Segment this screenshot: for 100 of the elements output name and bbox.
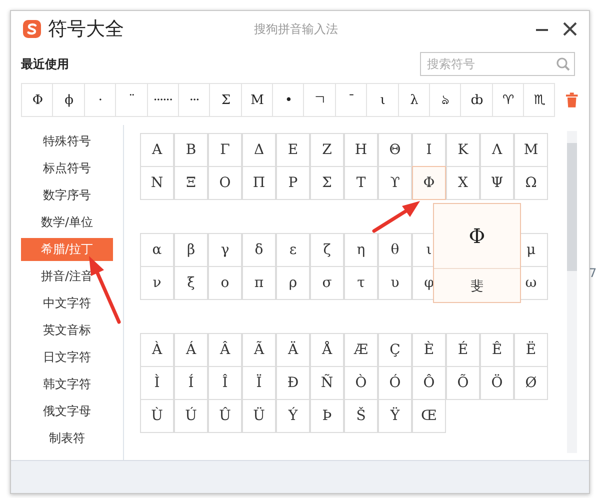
symbol-cell[interactable]: δ [242,233,276,267]
symbol-cell[interactable]: Χ [446,166,480,200]
symbol-cell[interactable]: θ [378,233,412,267]
symbol-cell[interactable]: Ñ [310,366,344,400]
recent-symbol[interactable]: ㄱ [303,83,336,117]
recent-symbol[interactable]: ঌ [428,83,462,117]
symbol-cell[interactable]: Ã [242,333,276,367]
symbol-cell[interactable]: Ο [208,166,242,200]
symbol-cell[interactable]: ξ [174,266,208,300]
symbol-cell[interactable]: Σ [310,166,344,200]
symbol-cell[interactable]: Ä [276,333,310,367]
symbol-cell[interactable]: Î [208,366,242,400]
symbol-cell[interactable]: É [446,333,480,367]
symbol-cell[interactable]: Ê [480,333,514,367]
symbol-cell[interactable]: Θ [378,133,412,167]
symbol-cell[interactable]: Β [174,133,208,167]
symbol-cell[interactable]: Á [174,333,208,367]
symbol-cell[interactable]: Ι [412,133,446,167]
symbol-cell[interactable]: Α [140,133,174,167]
symbol-cell[interactable]: Ø [514,366,548,400]
symbol-cell[interactable]: Ò [344,366,378,400]
symbol-cell[interactable]: Æ [344,333,378,367]
symbol-cell[interactable]: Κ [446,133,480,167]
symbol-cell[interactable]: Ψ [480,166,514,200]
recent-symbol[interactable]: ♏ [523,83,556,117]
symbol-cell[interactable]: Í [174,366,208,400]
symbol-cell[interactable]: Þ [310,399,344,433]
symbol-cell[interactable]: Γ [208,133,242,167]
search-field[interactable]: 搜索符号 [420,52,575,76]
symbol-cell[interactable]: Ç [378,333,412,367]
symbol-cell[interactable]: Œ [412,399,446,433]
recent-symbol[interactable]: Φ [21,83,54,117]
symbol-cell[interactable]: Š [344,399,378,433]
symbol-cell[interactable]: ε [276,233,310,267]
symbol-cell[interactable]: Õ [446,366,480,400]
sidebar-item[interactable]: 数学/单位 [21,211,113,234]
symbol-cell[interactable]: À [140,333,174,367]
symbol-cell[interactable]: σ [310,266,344,300]
symbol-cell[interactable]: È [412,333,446,367]
sidebar-item[interactable]: 标点符号 [21,157,113,180]
recent-symbol[interactable]: • [272,83,304,117]
recent-symbol[interactable]: ȸ [460,83,493,117]
scrollbar[interactable] [567,131,577,453]
symbol-cell[interactable]: Ý [276,399,310,433]
symbol-cell[interactable]: Ÿ [378,399,412,433]
recent-symbol[interactable]: ¯ [334,83,368,117]
symbol-cell[interactable]: Η [344,133,378,167]
symbol-cell[interactable]: Ö [480,366,514,400]
symbol-cell[interactable]: Ζ [310,133,344,167]
symbol-cell[interactable]: Ô [412,366,446,400]
symbol-cell[interactable]: Ν [140,166,174,200]
symbol-cell[interactable]: Â [208,333,242,367]
symbol-cell[interactable]: Ë [514,333,548,367]
symbol-cell[interactable]: ο [208,266,242,300]
symbol-cell[interactable]: ν [140,266,174,300]
symbol-cell[interactable]: Ó [378,366,412,400]
symbol-cell[interactable]: Μ [514,133,548,167]
recent-symbol[interactable]: ······ [146,83,179,117]
recent-symbol[interactable]: ♈ [492,83,524,117]
symbol-cell[interactable]: Å [310,333,344,367]
recent-symbol[interactable]: ¨ [115,83,148,117]
sidebar-item[interactable]: 俄文字母 [21,400,113,423]
sidebar-item[interactable]: 中文字符 [21,292,113,315]
sidebar-item[interactable]: 韩文字符 [21,373,113,396]
sidebar-item[interactable]: 英文音标 [21,319,113,342]
recent-symbol[interactable]: · [84,83,116,117]
sidebar-item[interactable]: 日文字符 [21,346,113,369]
symbol-cell[interactable]: ζ [310,233,344,267]
symbol-cell[interactable]: Τ [344,166,378,200]
symbol-cell[interactable]: Φ [412,166,446,200]
sidebar-item[interactable]: 特殊符号 [21,130,113,153]
symbol-cell[interactable]: ρ [276,266,310,300]
symbol-cell[interactable]: Ï [242,366,276,400]
symbol-cell[interactable]: Ì [140,366,174,400]
symbol-cell[interactable]: Ð [276,366,310,400]
recent-symbol[interactable]: Μ [240,83,273,117]
symbol-cell[interactable]: Û [208,399,242,433]
symbol-cell[interactable]: Λ [480,133,514,167]
sidebar-item[interactable]: 数字序号 [21,184,113,207]
scrollbar-thumb[interactable] [567,143,577,271]
symbol-cell[interactable]: β [174,233,208,267]
symbol-cell[interactable]: α [140,233,174,267]
symbol-cell[interactable]: π [242,266,276,300]
symbol-cell[interactable]: ϒ [378,166,412,200]
symbol-cell[interactable]: Ú [174,399,208,433]
symbol-cell[interactable]: Ω [514,166,548,200]
recent-symbol[interactable]: Σ [209,83,242,117]
sidebar-item[interactable]: 制表符 [21,427,113,450]
recent-symbol[interactable]: ϕ [52,83,85,117]
search-icon[interactable] [556,57,570,71]
recent-symbol[interactable]: ··· [178,83,210,117]
symbol-cell[interactable]: Π [242,166,276,200]
symbol-cell[interactable]: Ε [276,133,310,167]
sidebar-item[interactable]: 拼音/注音 [21,265,113,288]
symbol-cell[interactable]: τ [344,266,378,300]
symbol-cell[interactable]: Ü [242,399,276,433]
symbol-cell[interactable]: Ξ [174,166,208,200]
symbol-cell[interactable]: υ [378,266,412,300]
trash-icon[interactable] [565,92,580,108]
symbol-cell[interactable]: η [344,233,378,267]
